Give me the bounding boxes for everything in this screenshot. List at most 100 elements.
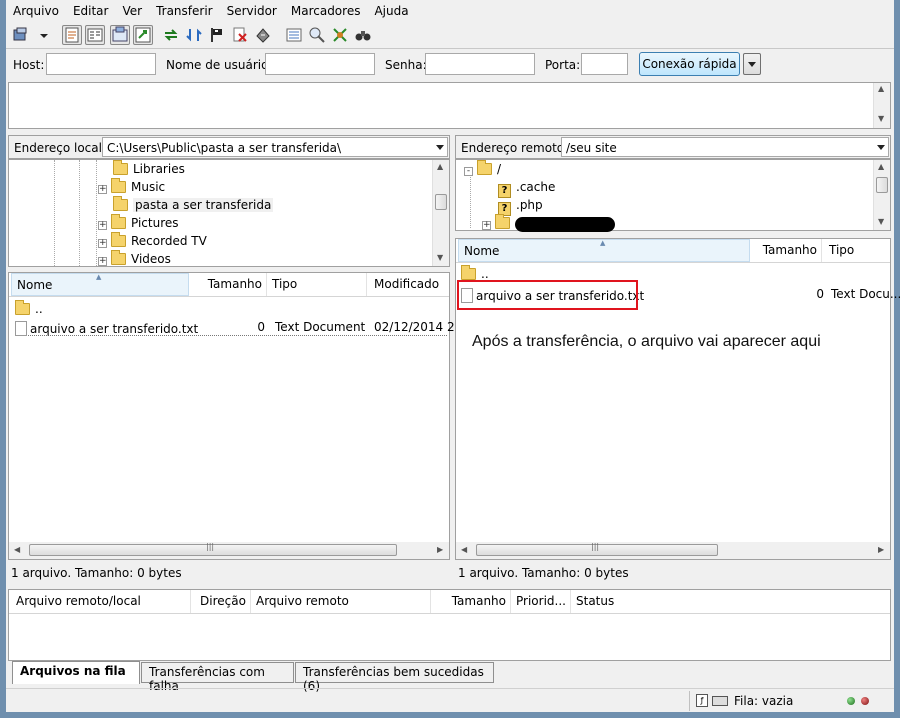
quickconnect-button[interactable]: Conexão rápida (639, 52, 740, 76)
expand-icon[interactable]: + (98, 185, 107, 194)
remote-dir-tree[interactable]: - / ? .cache ? .php + ▲ ▼ (455, 159, 891, 232)
process-queue-icon[interactable] (184, 25, 204, 45)
menu-marcadores[interactable]: Marcadores (284, 0, 368, 18)
scroll-down-icon[interactable]: ▼ (437, 253, 443, 262)
col-name[interactable]: Nome ▲ (11, 273, 189, 296)
scroll-up-icon[interactable]: ▲ (878, 162, 884, 171)
col-status[interactable]: Status (571, 590, 890, 613)
tree-label: pasta a ser transferida (133, 198, 274, 212)
expand-icon[interactable]: + (482, 221, 491, 230)
remote-tree-icon[interactable] (110, 25, 130, 45)
menu-ajuda[interactable]: Ajuda (367, 0, 415, 18)
port-label: Porta: (545, 58, 581, 72)
local-tree-item[interactable]: + Videos (98, 250, 171, 268)
folder-icon (111, 250, 126, 265)
menu-servidor[interactable]: Servidor (220, 0, 284, 18)
scroll-thumb[interactable] (435, 194, 447, 210)
local-tree-scrollbar[interactable]: ▲ ▼ (432, 160, 449, 266)
local-row-file[interactable]: arquivo a ser transferido.txt 0 Text Doc… (15, 318, 462, 336)
col-priority[interactable]: Priorid... (511, 590, 571, 613)
remote-tree-item-cache[interactable]: ? .cache (498, 178, 555, 198)
local-dir-tree[interactable]: Libraries + Music pasta a ser transferida + P… (8, 159, 450, 267)
col-local-remote[interactable]: Arquivo remoto/local (11, 590, 191, 613)
refresh-icon[interactable] (161, 25, 181, 45)
stop-flag-icon[interactable] (207, 25, 227, 45)
expand-icon[interactable]: + (98, 221, 107, 230)
expand-icon[interactable]: + (98, 239, 107, 248)
dropdown-arrow-icon[interactable] (34, 25, 48, 45)
local-tree-item[interactable]: + Music (98, 178, 165, 196)
scroll-thumb[interactable]: ||| (29, 542, 397, 556)
search-icon[interactable] (353, 25, 373, 45)
scroll-up-icon[interactable]: ▲ (878, 84, 884, 93)
col-modified[interactable]: Modificado (369, 273, 451, 296)
password-input[interactable] (425, 53, 535, 75)
local-row-parent[interactable]: .. (15, 300, 43, 318)
menu-arquivo[interactable]: Arquivo (6, 0, 66, 18)
tab-successful[interactable]: Transferências bem sucedidas (6) (295, 662, 494, 693)
local-address-input[interactable]: C:\Users\Public\pasta a ser transferida\ (102, 137, 448, 157)
scroll-left-icon[interactable]: ◀ (461, 545, 467, 554)
expand-icon[interactable]: + (98, 257, 107, 266)
port-input[interactable] (581, 53, 628, 75)
remote-tree-scrollbar[interactable]: ▲ ▼ (873, 160, 890, 230)
filter-icon[interactable] (284, 25, 304, 45)
col-size[interactable]: Tamanho (750, 239, 822, 262)
col-size[interactable]: Tamanho (189, 273, 267, 296)
message-log[interactable]: ▲ ▼ (8, 82, 891, 129)
remote-list-hscrollbar[interactable]: ◀ ||| ▶ (456, 542, 890, 559)
scroll-left-icon[interactable]: ◀ (14, 545, 20, 554)
scroll-up-icon[interactable]: ▲ (437, 162, 443, 171)
site-manager-icon[interactable] (11, 25, 31, 45)
sync-browse-icon[interactable] (330, 25, 350, 45)
col-type[interactable]: Tipo (824, 239, 890, 262)
tab-queued[interactable]: Arquivos na fila (12, 661, 140, 684)
log-scrollbar[interactable]: ▲ ▼ (873, 83, 890, 128)
remote-tree-item-php[interactable]: ? .php (498, 196, 543, 216)
remote-tree-root[interactable]: - / (464, 160, 501, 178)
binary-mode-icon[interactable] (712, 696, 728, 706)
col-remote-file[interactable]: Arquivo remoto (251, 590, 431, 613)
host-label: Host: (13, 58, 45, 72)
transfer-queue-icon[interactable] (133, 25, 153, 45)
local-file-list[interactable]: Nome ▲ Tamanho Tipo Modificado .. arquivo… (8, 272, 462, 560)
remote-file-list[interactable]: Nome ▲ Tamanho Tipo .. arquivo a ser tran… (455, 238, 900, 560)
col-direction[interactable]: Direção (195, 590, 251, 613)
chevron-down-icon[interactable] (877, 145, 885, 150)
local-tree-item[interactable]: + Pictures (98, 214, 179, 232)
scroll-down-icon[interactable]: ▼ (878, 217, 884, 226)
menu-transferir[interactable]: Transferir (149, 0, 220, 18)
local-tree-item[interactable]: + Recorded TV (98, 232, 207, 250)
compare-icon[interactable] (307, 25, 327, 45)
scroll-right-icon[interactable]: ▶ (878, 545, 884, 554)
col-name[interactable]: Nome ▲ (458, 239, 750, 262)
message-log-icon[interactable] (62, 25, 82, 45)
speed-limit-icon[interactable]: ƒ (696, 694, 708, 707)
local-list-hscrollbar[interactable]: ◀ ||| ▶ (9, 542, 449, 559)
col-type[interactable]: Tipo (267, 273, 367, 296)
menu-editar[interactable]: Editar (66, 0, 116, 18)
local-tree-item[interactable]: Libraries (113, 160, 185, 178)
collapse-icon[interactable]: - (464, 167, 473, 176)
cancel-icon[interactable] (230, 25, 250, 45)
local-tree-item[interactable]: pasta a ser transferida (113, 196, 274, 214)
tab-failed[interactable]: Transferências com falha (141, 662, 294, 693)
username-input[interactable] (265, 53, 375, 75)
dir-tree-icon[interactable] (85, 25, 105, 45)
quickconnect-dropdown-button[interactable] (743, 53, 761, 75)
col-size[interactable]: Tamanho (433, 590, 511, 613)
disconnect-icon[interactable] (253, 25, 273, 45)
scroll-down-icon[interactable]: ▼ (878, 114, 884, 123)
scroll-thumb[interactable] (876, 177, 888, 193)
scroll-thumb[interactable]: ||| (476, 542, 718, 556)
tree-label: Videos (131, 252, 171, 266)
remote-tree-item-redacted[interactable]: + (482, 214, 615, 232)
menu-bar: Arquivo Editar Ver Transferir Servidor Marcad… (0, 0, 900, 22)
transfer-queue[interactable]: Arquivo remoto/local Direção Arquivo rem… (8, 589, 891, 661)
menu-ver[interactable]: Ver (115, 0, 149, 18)
chevron-down-icon[interactable] (436, 145, 444, 150)
remote-address-input[interactable]: /seu site (561, 137, 889, 157)
tree-guide-line (54, 160, 55, 266)
host-input[interactable] (46, 53, 156, 75)
scroll-right-icon[interactable]: ▶ (437, 545, 443, 554)
